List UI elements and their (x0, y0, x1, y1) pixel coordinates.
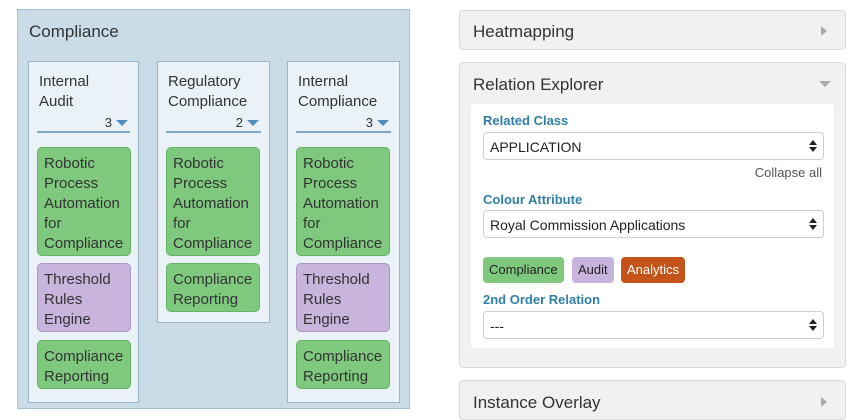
related-class-select[interactable]: APPLICATION (483, 132, 824, 160)
column-internal-audit: Internal Audit 3 Robotic Process Automat… (28, 61, 139, 403)
column-count: 3 (365, 115, 373, 130)
collapse-all-link[interactable]: Collapse all (755, 165, 822, 180)
card[interactable]: Compliance Reporting (296, 340, 390, 389)
card[interactable]: Threshold Rules Engine (37, 263, 131, 332)
panel-title: Relation Explorer (473, 75, 604, 94)
panel-title: Heatmapping (473, 22, 575, 41)
second-order-relation-label: 2nd Order Relation (483, 292, 601, 307)
related-class-label: Related Class (483, 113, 569, 128)
card-label: Robotic Process Automation for Complianc… (44, 155, 124, 252)
legend-chip-compliance: Compliance (483, 257, 564, 283)
card-label: Robotic Process Automation for Complianc… (303, 155, 383, 252)
colour-attribute-label: Colour Attribute (483, 192, 583, 207)
column-internal-compliance: Internal Compliance 3 Robotic Process Au… (287, 61, 400, 403)
legend-chip-analytics: Analytics (621, 257, 686, 283)
chevron-down-icon (247, 120, 259, 126)
card[interactable]: Threshold Rules Engine (296, 263, 390, 332)
relation-explorer-body: Related Class APPLICATION Collapse all C… (471, 104, 834, 348)
column-count: 3 (104, 115, 112, 130)
related-class-value: APPLICATION (490, 139, 582, 155)
chevron-down-icon (116, 120, 128, 126)
panel-instance-overlay[interactable]: Instance Overlay (459, 380, 846, 420)
card-label: Robotic Process Automation for Complianc… (173, 155, 253, 252)
panel-header[interactable]: Relation Explorer (460, 63, 845, 103)
legend-chip-audit: Audit (572, 257, 614, 283)
column-count: 2 (235, 115, 243, 130)
card-label: Threshold Rules Engine (44, 271, 111, 328)
column-title: Internal Audit (39, 73, 90, 110)
second-order-relation-select[interactable]: --- (483, 311, 824, 339)
card[interactable]: Robotic Process Automation for Complianc… (296, 147, 390, 256)
card-label: Compliance Reporting (303, 348, 383, 385)
colour-attribute-select[interactable]: Royal Commission Applications (483, 210, 824, 238)
card-label: Threshold Rules Engine (303, 271, 370, 328)
column-title: Internal Compliance (298, 73, 378, 110)
column-regulatory-compliance: Regulatory Compliance 2 Robotic Process … (157, 61, 270, 323)
triangle-down-icon (819, 81, 831, 87)
panel-heatmapping[interactable]: Heatmapping (459, 10, 846, 50)
board-title: Compliance (29, 22, 119, 41)
triangle-right-icon (821, 26, 827, 36)
select-arrows-icon (809, 316, 817, 334)
second-order-relation-value: --- (490, 318, 504, 334)
card[interactable]: Compliance Reporting (37, 340, 131, 389)
column-count-dropdown[interactable]: 3 (366, 115, 389, 130)
colour-attribute-value: Royal Commission Applications (490, 217, 686, 233)
select-arrows-icon (809, 137, 817, 155)
card-label: Compliance Reporting (44, 348, 124, 385)
compliance-board: Compliance Internal Audit 3 Robotic Proc… (17, 9, 410, 409)
card[interactable]: Robotic Process Automation for Complianc… (37, 147, 131, 256)
chevron-down-icon (377, 120, 389, 126)
column-divider (166, 131, 261, 133)
triangle-right-icon (821, 397, 827, 407)
column-divider (296, 131, 391, 133)
column-divider (37, 131, 130, 133)
select-arrows-icon (809, 215, 817, 233)
card[interactable]: Compliance Reporting (166, 263, 260, 312)
column-title: Regulatory Compliance (168, 73, 248, 110)
panel-title: Instance Overlay (473, 393, 601, 412)
card-label: Compliance Reporting (173, 271, 253, 308)
card[interactable]: Robotic Process Automation for Complianc… (166, 147, 260, 256)
column-count-dropdown[interactable]: 2 (236, 115, 259, 130)
column-count-dropdown[interactable]: 3 (105, 115, 128, 130)
